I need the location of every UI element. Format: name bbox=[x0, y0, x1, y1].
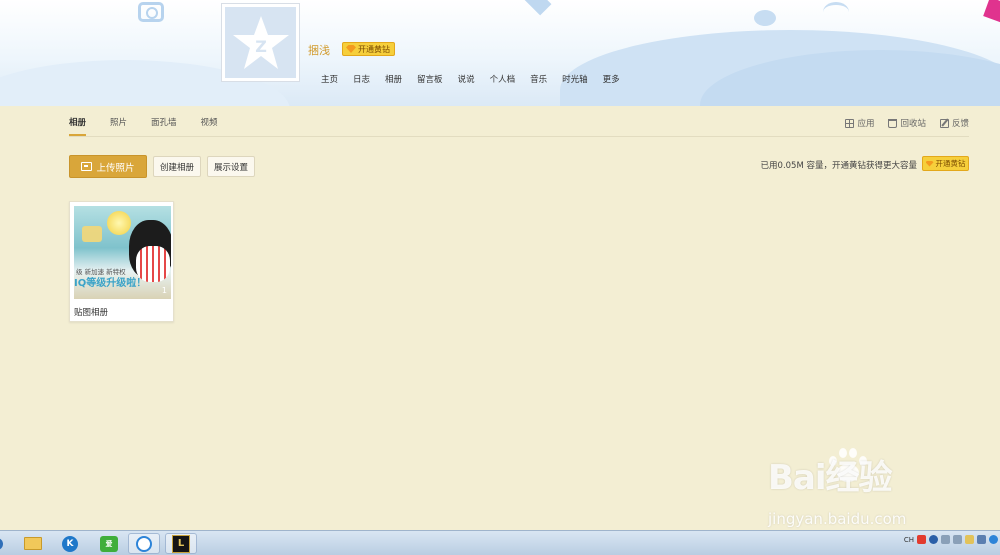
storage-vip-label: 开通黄钻 bbox=[935, 159, 966, 168]
taskbar-iqiyi[interactable]: 爱 bbox=[93, 533, 125, 554]
avatar[interactable]: Z bbox=[221, 3, 300, 82]
nav-item-music[interactable]: 音乐 bbox=[530, 73, 547, 85]
display-settings-button[interactable]: 展示设置 bbox=[207, 156, 256, 177]
tab-videos[interactable]: 视频 bbox=[201, 116, 218, 136]
system-tray: CH bbox=[904, 535, 998, 544]
crown-graphic bbox=[82, 226, 102, 242]
cover-big-text: IQ等级升级啦！ bbox=[74, 278, 147, 289]
help-icon[interactable] bbox=[929, 535, 938, 544]
edit-icon bbox=[939, 118, 949, 128]
album-tabs: 相册 照片 面孔墙 视频 bbox=[69, 116, 242, 136]
tab-albums[interactable]: 相册 bbox=[69, 116, 87, 136]
panel-tools: 应用 回收站 反馈 bbox=[845, 117, 969, 129]
browser-icon bbox=[136, 535, 152, 552]
taskbar-explorer[interactable] bbox=[17, 533, 49, 554]
nav-item-blog[interactable]: 日志 bbox=[353, 73, 370, 85]
video-app-icon: 爱 bbox=[100, 535, 118, 552]
tab-face-wall[interactable]: 面孔墙 bbox=[151, 116, 177, 136]
nav-item-home[interactable]: 主页 bbox=[321, 73, 338, 85]
taskbar-browser[interactable] bbox=[128, 533, 160, 554]
nav-item-profile[interactable]: 个人档 bbox=[490, 73, 516, 85]
watermark-main-text: Bai经验 bbox=[768, 458, 893, 498]
watermark-url: jingyan.baidu.com bbox=[768, 510, 907, 528]
sogou-ime-icon[interactable] bbox=[917, 535, 926, 544]
mic-icon[interactable] bbox=[941, 535, 950, 544]
windows-orb-icon bbox=[0, 537, 3, 550]
qq-tray-icon[interactable] bbox=[965, 535, 974, 544]
settings-icon[interactable] bbox=[953, 535, 962, 544]
windows-taskbar: K 爱 L CH bbox=[0, 530, 1000, 555]
recycle-bin-button[interactable]: 回收站 bbox=[888, 117, 926, 129]
nav-item-timeline[interactable]: 时光轴 bbox=[562, 73, 588, 85]
apps-button[interactable]: 应用 bbox=[845, 117, 874, 129]
l-app-icon: L bbox=[172, 534, 190, 553]
diamond-icon bbox=[925, 160, 934, 167]
vip-open-label: 开通黄钻 bbox=[358, 44, 390, 54]
start-button[interactable] bbox=[0, 533, 6, 554]
storage-usage-text: 已用0.05M 容量，开通黄钻获得更大容量 bbox=[760, 161, 917, 171]
main-nav: 主页 日志 相册 留言板 说说 个人档 音乐 时光轴 更多 bbox=[321, 73, 635, 85]
apps-label: 应用 bbox=[857, 119, 875, 129]
diamond-icon bbox=[346, 45, 356, 53]
album-card[interactable]: 级 新加速 新特权 IQ等级升级啦！ 1 贴图相册 bbox=[69, 201, 174, 322]
baidu-jingyan-watermark: Bai经验 jingyan.baidu.com bbox=[768, 450, 906, 528]
vip-open-button[interactable]: 开通黄钻 bbox=[342, 42, 395, 56]
network-icon[interactable] bbox=[977, 535, 986, 544]
language-indicator[interactable]: CH bbox=[904, 536, 914, 544]
album-name[interactable]: 贴图相册 bbox=[74, 306, 108, 318]
nav-item-more[interactable]: 更多 bbox=[603, 73, 620, 85]
album-photo-count: 1 bbox=[161, 286, 167, 295]
corner-ribbon-icon[interactable] bbox=[983, 0, 1000, 23]
user-name[interactable]: 捆浅 bbox=[308, 42, 330, 58]
folder-icon bbox=[24, 537, 42, 550]
taskbar-game[interactable]: L bbox=[165, 533, 197, 554]
upload-photo-label: 上传照片 bbox=[96, 162, 135, 174]
photo-upload-icon bbox=[81, 162, 93, 171]
svg-text:Z: Z bbox=[255, 37, 267, 56]
create-album-button[interactable]: 创建相册 bbox=[153, 156, 202, 177]
recycle-bin-label: 回收站 bbox=[900, 119, 926, 129]
feedback-label: 反馈 bbox=[951, 119, 969, 129]
lamp-decoration-icon bbox=[823, 2, 849, 22]
grid-icon bbox=[845, 118, 855, 128]
storage-vip-button[interactable]: 开通黄钻 bbox=[922, 156, 969, 171]
taskbar-kugou[interactable]: K bbox=[54, 533, 86, 554]
nav-item-album[interactable]: 相册 bbox=[385, 73, 402, 85]
sun-graphic bbox=[107, 211, 131, 235]
nav-item-guestbook[interactable]: 留言板 bbox=[417, 73, 443, 85]
nav-item-shuoshuo[interactable]: 说说 bbox=[458, 73, 475, 85]
upload-photo-button[interactable]: 上传照片 bbox=[69, 155, 147, 178]
heart-decoration-icon bbox=[524, 0, 552, 16]
tab-divider bbox=[69, 136, 969, 137]
album-cover-image[interactable]: 级 新加速 新特权 IQ等级升级啦！ 1 bbox=[74, 206, 171, 299]
qzone-star-logo-icon: Z bbox=[225, 7, 296, 78]
camera-decoration-icon bbox=[138, 2, 164, 22]
feedback-button[interactable]: 反馈 bbox=[939, 117, 969, 129]
header-banner bbox=[0, 0, 1000, 106]
trash-icon bbox=[888, 118, 898, 128]
tab-photos[interactable]: 照片 bbox=[110, 116, 127, 136]
shield-icon[interactable] bbox=[989, 535, 998, 544]
chat-bubble-decoration-icon bbox=[754, 10, 776, 26]
k-app-icon: K bbox=[62, 535, 78, 552]
